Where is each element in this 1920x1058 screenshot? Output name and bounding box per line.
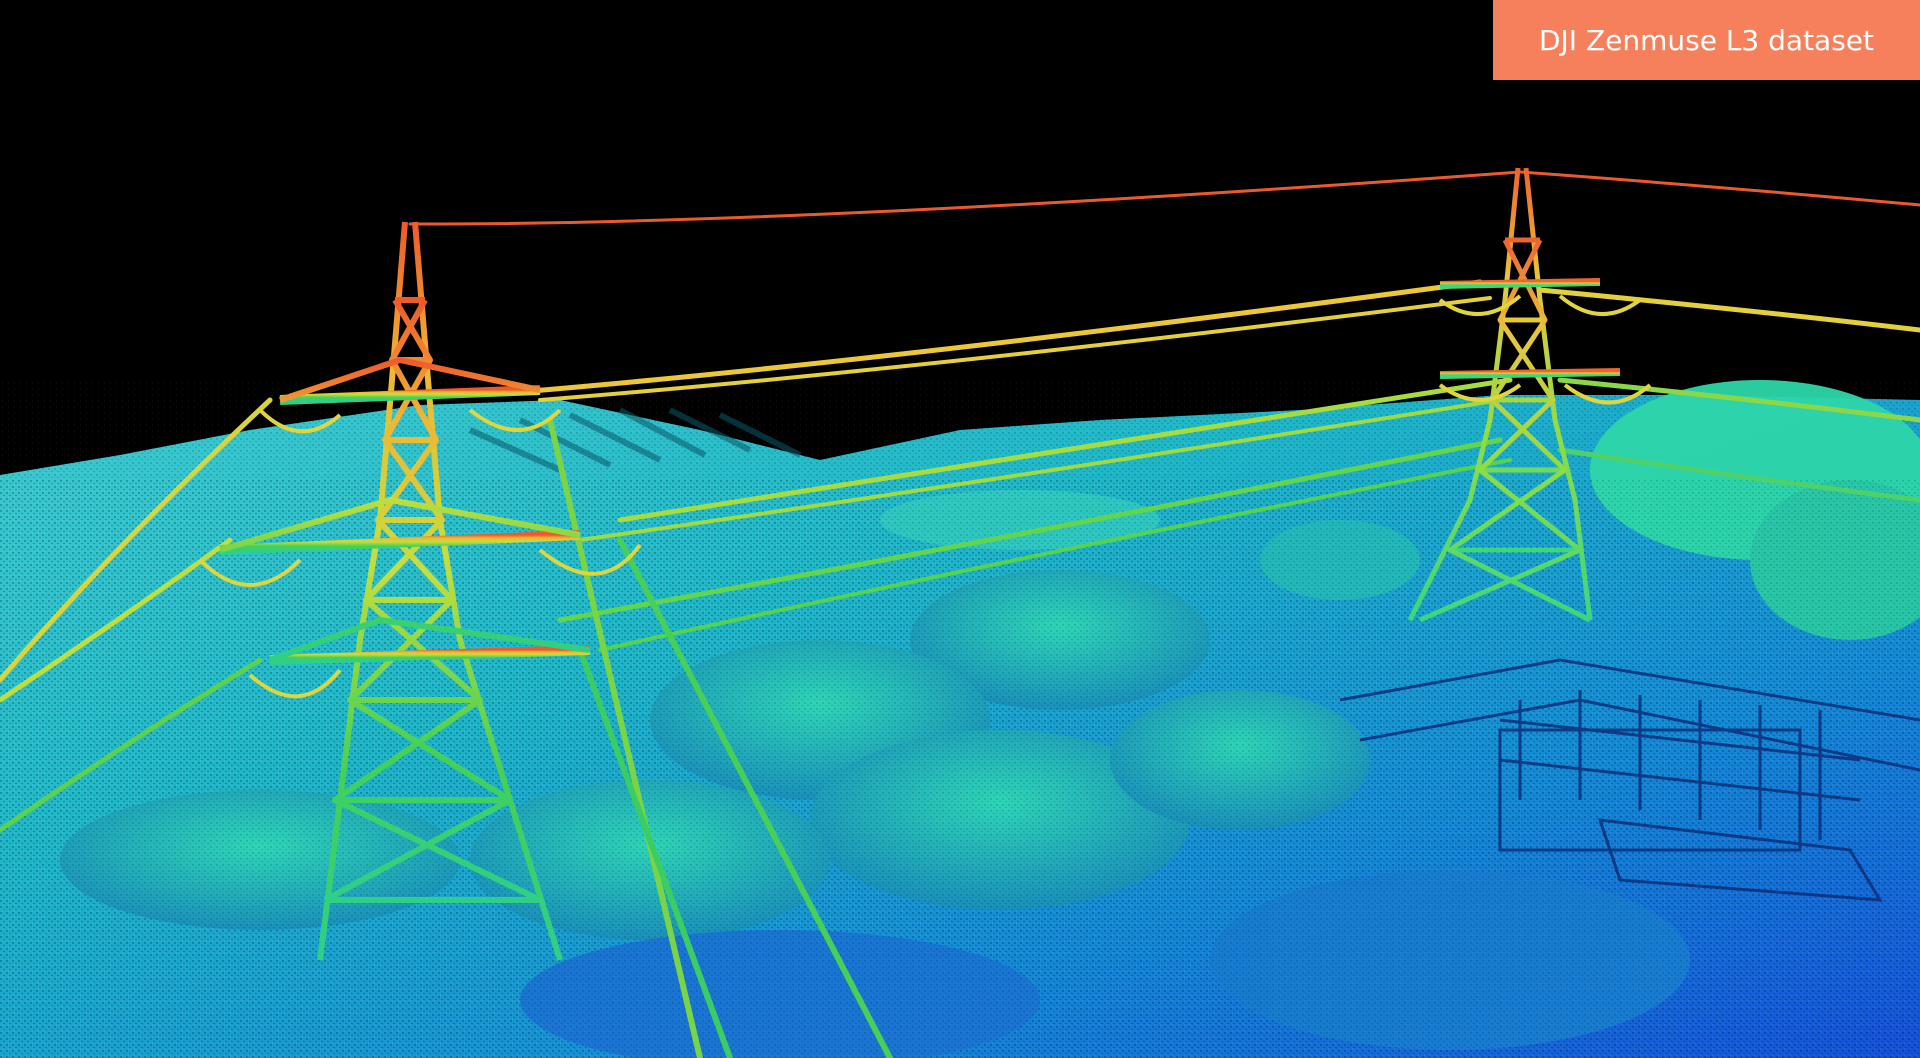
dataset-label-badge: DJI Zenmuse L3 dataset: [1493, 0, 1920, 80]
lidar-scene-stage: DJI Zenmuse L3 dataset: [0, 0, 1920, 1058]
lidar-point-cloud-image: [0, 0, 1920, 1058]
